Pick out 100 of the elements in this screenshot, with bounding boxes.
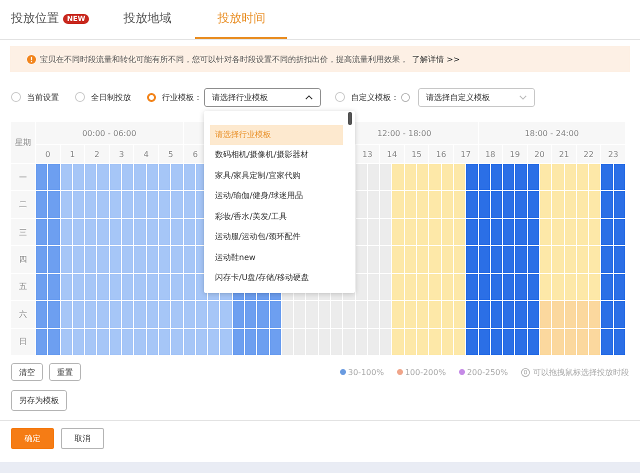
hour-header: 5 [158,145,182,163]
hour-header: 19 [503,145,527,163]
time-slot[interactable] [478,191,490,218]
time-slot[interactable] [528,328,539,355]
time-slot[interactable] [36,328,48,355]
time-slot[interactable] [490,301,502,328]
time-slot[interactable] [490,164,502,190]
dropdown-option[interactable]: 运动服/运动包/颈环配件 [210,227,343,248]
time-slot[interactable] [490,191,502,218]
weekday-label: 三 [11,218,35,246]
notice-text: 宝贝在不同时段流量和转化可能有所不同，您可以针对各时段设置不同的折扣出价，提高流量利用效果， [40,54,408,64]
time-slot[interactable] [601,218,613,246]
dropdown-option[interactable]: 家具/家具定制/宜家代购 [210,166,343,186]
time-slot[interactable] [515,274,527,300]
time-slot[interactable] [478,328,490,355]
radio-button[interactable] [335,92,345,102]
cancel-button[interactable]: 取消 [61,428,104,449]
hour-header: 15 [404,145,428,163]
time-slot[interactable] [614,274,625,300]
time-slot[interactable] [528,274,539,300]
time-slot[interactable] [36,246,48,273]
time-slot[interactable] [36,191,48,218]
scrollbar-thumb[interactable] [348,112,352,124]
dropdown-option[interactable]: 运动/瑜伽/健身/球迷用品 [210,186,343,206]
weekday-label: 五 [11,274,35,300]
hour-header: 0 [36,145,60,163]
time-slot[interactable] [614,218,625,246]
time-slot[interactable] [614,246,625,273]
radio-button[interactable] [75,92,85,102]
radio-label: 当前设置 [27,92,59,102]
time-slot[interactable] [528,191,539,218]
time-slot[interactable] [515,218,527,246]
dropdown-option[interactable]: 运动鞋new [210,248,343,268]
hint-text: 可以拖拽鼠标选择投放时段 [533,366,629,378]
hour-header: 14 [380,145,404,163]
time-slot[interactable] [601,274,613,300]
time-slot[interactable] [503,191,514,218]
time-slot[interactable] [244,301,256,328]
hour-header: 23 [601,145,625,163]
hour-header: 1 [60,145,84,163]
learn-more-link[interactable]: 了解详情 >> [412,54,460,64]
tool-button[interactable]: 清空 [11,363,43,381]
time-slot[interactable] [36,164,48,190]
time-slot[interactable] [528,164,539,190]
radio-label: 自定义模板： [351,92,399,102]
time-slot[interactable] [232,328,244,355]
info-icon [27,54,36,64]
time-slot[interactable] [244,328,256,355]
time-slot[interactable] [490,328,502,355]
time-slot[interactable] [48,218,60,246]
radio-button[interactable] [147,92,156,102]
time-slot[interactable] [48,274,60,300]
dropdown-option[interactable]: 闪存卡/U盘/存储/移动硬盘 [210,268,343,288]
time-slot[interactable] [490,218,502,246]
time-slot[interactable] [614,301,625,328]
time-slot[interactable] [503,301,514,328]
time-slot[interactable] [36,274,48,300]
time-slot[interactable] [478,301,490,328]
time-slot[interactable] [478,218,490,246]
time-slot[interactable] [503,246,514,273]
time-slot[interactable] [490,246,502,273]
time-slot[interactable] [36,218,48,246]
time-slot[interactable] [466,218,478,246]
radio-button[interactable] [11,92,21,102]
tool-button[interactable]: 重置 [49,363,81,381]
time-slot[interactable] [478,246,490,273]
time-range-header: 00:00 - 06:00 [36,122,182,144]
template-select[interactable]: 请选择自定义模板 [418,88,535,106]
time-slot[interactable] [466,274,478,300]
hour-header: 20 [528,145,552,163]
time-slot[interactable] [478,164,490,190]
hour-header: 22 [576,145,600,163]
caret-icon [519,94,527,100]
time-slot[interactable] [232,301,244,328]
time-slot[interactable] [36,301,48,328]
dropdown-option[interactable]: 彩妆/香水/美发/工具 [210,206,343,227]
dropdown-option[interactable]: 数码相机/摄像机/摄影器材 [210,145,343,166]
hour-header: 18 [478,145,502,163]
save-template-button[interactable]: 另存为模板 [11,390,67,411]
weekday-label: 二 [11,191,35,218]
time-slot[interactable] [614,191,625,218]
time-slot[interactable] [528,218,539,246]
time-slot[interactable] [478,274,490,300]
time-slot[interactable] [614,328,625,355]
time-slot[interactable] [528,301,539,328]
hour-header: 3 [110,145,134,163]
time-slot[interactable] [528,246,539,273]
time-slot[interactable] [503,164,514,190]
time-slot[interactable] [490,274,502,300]
time-slot[interactable] [270,301,281,328]
time-slot[interactable] [503,328,514,355]
weekday-header: 星期 [11,122,35,163]
weekday-label: 一 [11,164,35,190]
time-slot[interactable] [614,164,625,190]
time-slot[interactable] [270,328,281,355]
tab[interactable]: 投放地域 [123,0,184,39]
hour-header: 21 [552,145,576,163]
time-slot[interactable] [503,274,514,300]
weekday-label: 六 [11,301,35,328]
time-slot[interactable] [503,218,514,246]
